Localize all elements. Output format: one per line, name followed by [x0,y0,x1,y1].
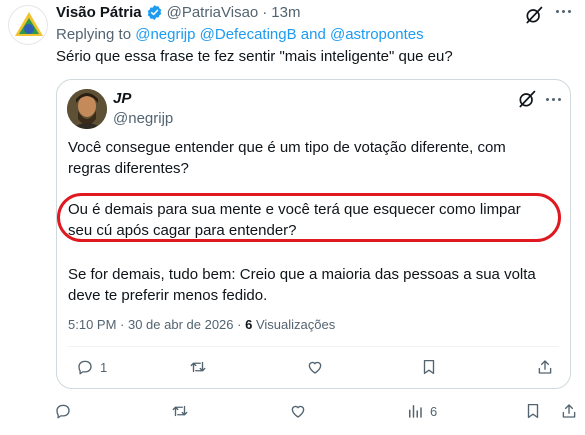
quoted-divider [68,346,559,347]
handle[interactable]: @PatriaVisao [167,4,259,21]
quoted-reply-count: 1 [100,359,108,375]
share-button[interactable] [560,402,578,420]
verified-badge-icon [146,4,163,21]
mention-link[interactable]: @DefecatingB [200,26,297,43]
views-button[interactable]: 6 [406,402,437,420]
display-name[interactable]: Visão Pátria [56,4,142,21]
quoted-bookmark-button[interactable] [420,358,438,376]
quoted-views-count: 6 [245,317,253,332]
reply-icon [54,402,72,420]
mention-link[interactable]: @negrijp [135,26,195,43]
views-count: 6 [430,403,438,419]
retweet-icon [170,402,190,420]
quoted-display-name[interactable]: JP [113,90,131,107]
quoted-paragraph-2: Ou é demais para sua mente e você terá q… [68,201,521,239]
quoted-like-button[interactable] [306,358,324,376]
grok-icon[interactable] [524,5,544,25]
more-options-icon[interactable] [546,98,561,101]
and-text: and [300,26,326,43]
share-icon [560,402,578,420]
bookmark-button[interactable] [524,402,542,420]
quoted-retweet-button[interactable] [188,358,208,376]
like-icon [306,358,324,376]
grok-icon[interactable] [517,89,537,109]
retweet-icon [188,358,208,376]
bookmark-icon [420,358,438,376]
quoted-avatar[interactable] [67,89,107,129]
tweet-text: Sério que essa frase te fez sentir "mais… [56,48,453,65]
analytics-icon [406,402,424,420]
share-icon [536,358,554,376]
quoted-meta-line: 5:10 PM · 30 de abr de 2026 · 6 Visualiz… [68,317,335,332]
quoted-reply-button[interactable]: 1 [76,358,107,376]
quoted-paragraph-1: Você consegue entender que é um tipo de … [68,139,506,177]
outer-avatar[interactable] [8,5,48,45]
retweet-button[interactable] [170,402,196,420]
separator: · [262,4,268,21]
mention-link[interactable]: @astropontes [330,26,424,43]
timestamp[interactable]: 13m [271,4,300,21]
reply-icon [76,358,94,376]
like-button[interactable] [289,402,313,420]
quoted-share-button[interactable] [536,358,554,376]
replying-label: Replying to [56,26,132,43]
replying-to-line: Replying to @negrijp @DefecatingB and @a… [56,26,424,43]
quoted-timestamp[interactable]: 5:10 PM · 30 de abr de 2026 · [68,317,241,332]
like-icon [289,402,307,420]
quoted-handle[interactable]: @negrijp [113,110,173,127]
reply-button[interactable] [54,402,78,420]
more-options-icon[interactable] [556,10,571,13]
bookmark-icon [524,402,542,420]
quoted-views-label: Visualizações [255,317,336,332]
quoted-paragraph-3: Se for demais, tudo bem: Creio que a mai… [68,266,536,304]
